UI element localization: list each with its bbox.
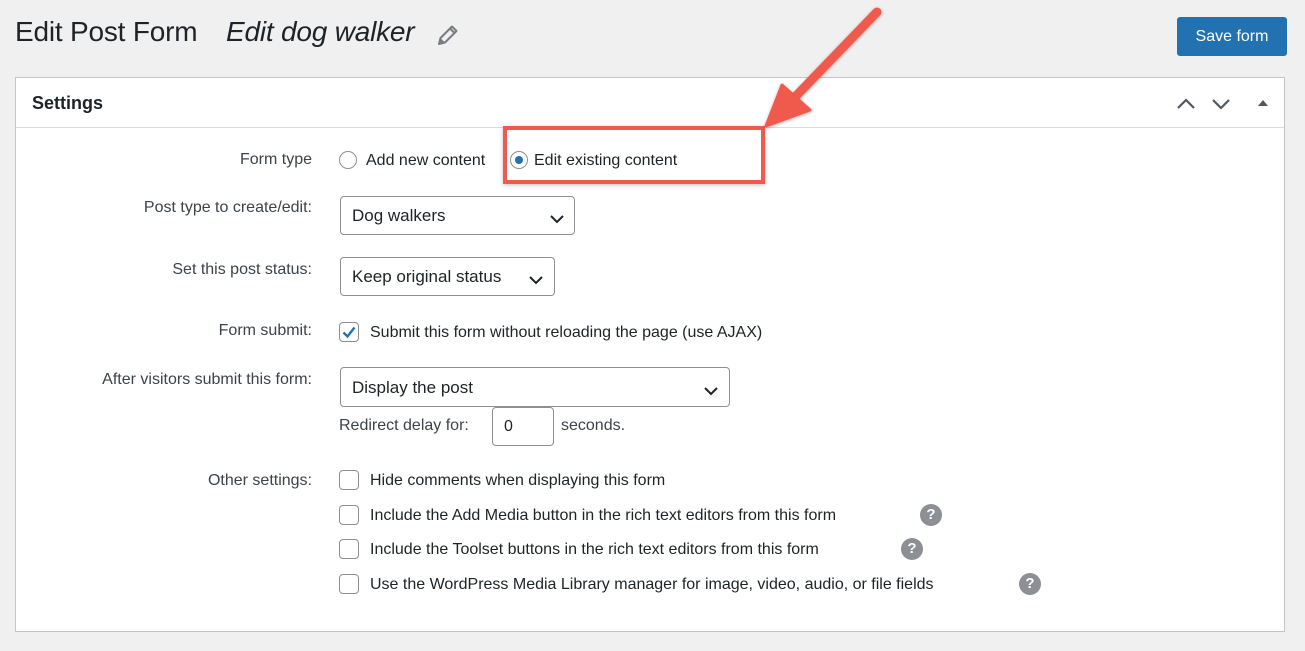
chevron-down-icon[interactable] <box>1209 92 1233 116</box>
settings-panel-header <box>16 78 1284 128</box>
hide-comments-checkbox[interactable] <box>339 470 359 490</box>
page-title: Edit Post Form <box>15 16 198 47</box>
after-submit-label: After visitors submit this form: <box>102 371 312 388</box>
help-icon[interactable]: ? <box>920 504 942 526</box>
add-media-button-checkbox[interactable] <box>339 505 359 525</box>
media-library-checkbox[interactable] <box>339 574 359 594</box>
post-type-select[interactable]: Dog walkers <box>340 196 575 235</box>
radio-add-new-content-label: Add new content <box>366 152 486 169</box>
ajax-submit-checkbox-label: Submit this form without reloading the p… <box>370 324 763 341</box>
chevron-down-icon <box>550 211 564 224</box>
toolset-buttons-label: Include the Toolset buttons in the rich … <box>370 541 819 558</box>
other-settings-label: Other settings: <box>207 472 312 489</box>
media-library-label: Use the WordPress Media Library manager … <box>370 576 934 593</box>
chevron-up-icon[interactable] <box>1174 92 1198 116</box>
after-submit-select[interactable]: Display the post <box>340 367 730 407</box>
ajax-submit-checkbox[interactable] <box>339 322 359 342</box>
collapse-triangle-icon[interactable] <box>1251 92 1275 116</box>
post-type-label: Post type to create/edit: <box>143 199 312 216</box>
hide-comments-label: Hide comments when displaying this form <box>370 472 666 489</box>
chevron-down-icon <box>704 383 718 396</box>
pencil-icon[interactable] <box>435 22 461 48</box>
post-status-select-value: Keep original status <box>352 267 502 286</box>
help-icon[interactable]: ? <box>901 538 923 560</box>
radio-add-new-content[interactable] <box>339 151 357 169</box>
highlight-box <box>503 126 765 184</box>
post-status-label: Set this post status: <box>172 261 312 278</box>
after-submit-select-value: Display the post <box>352 378 473 397</box>
form-name-title: Edit dog walker <box>226 16 415 47</box>
post-status-select[interactable]: Keep original status <box>340 257 555 296</box>
redirect-delay-input[interactable] <box>492 407 554 446</box>
redirect-delay-suffix: seconds. <box>561 417 626 434</box>
help-icon[interactable]: ? <box>1019 573 1041 595</box>
redirect-delay-label: Redirect delay for: <box>339 417 469 434</box>
toolset-buttons-checkbox[interactable] <box>339 539 359 559</box>
post-type-select-value: Dog walkers <box>352 206 446 225</box>
save-form-button[interactable]: Save form <box>1177 17 1287 56</box>
annotation-arrow-icon <box>764 7 882 128</box>
chevron-down-icon <box>529 272 543 285</box>
settings-panel-title: Settings <box>32 93 104 113</box>
add-media-button-label: Include the Add Media button in the rich… <box>370 507 837 524</box>
form-type-label: Form type <box>239 151 312 168</box>
form-submit-label: Form submit: <box>218 322 312 339</box>
